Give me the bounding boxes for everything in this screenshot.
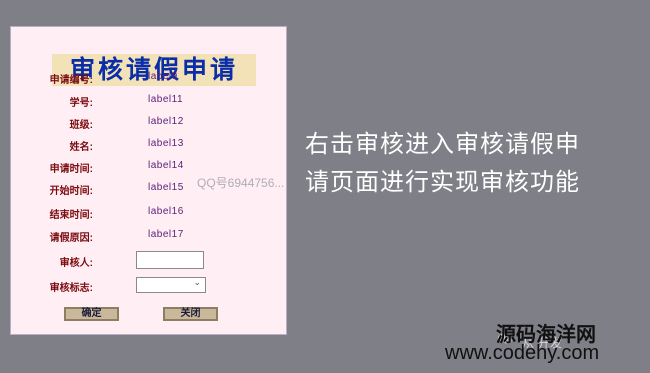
field-value-end-time: label16 — [148, 206, 184, 217]
reviewer-label: 审核人: — [59, 258, 93, 269]
review-flag-select[interactable]: ⌄ — [136, 277, 206, 293]
field-label-class: 班级: — [69, 120, 93, 131]
site-url[interactable]: www.codehy.com — [445, 342, 599, 365]
field-value-start-time: label15 — [148, 182, 184, 193]
field-label-start-time: 开始时间: — [49, 186, 93, 197]
field-label-leave-reason: 请假原因: — [49, 233, 93, 244]
field-label-application-id: 申请编号: — [49, 75, 93, 86]
field-value-leave-reason: label17 — [148, 229, 184, 240]
caption-line-1: 右击审核进入审核请假申 — [305, 130, 580, 158]
field-value-application-id: label9 — [148, 71, 178, 82]
review-flag-label: 审核标志: — [49, 283, 93, 294]
caption-line-2: 请页面进行实现审核功能 — [305, 168, 580, 196]
field-label-apply-time: 申请时间: — [49, 164, 93, 175]
field-label-end-time: 结束时间: — [49, 210, 93, 221]
reviewer-input[interactable] — [136, 251, 204, 269]
field-value-student-id: label11 — [148, 94, 184, 105]
qq-watermark: QQ号6944756... — [197, 176, 285, 190]
confirm-button[interactable]: 确定 — [64, 307, 119, 321]
field-value-apply-time: label14 — [148, 160, 184, 171]
close-button[interactable]: 关闭 — [163, 307, 218, 321]
field-value-class: label12 — [148, 116, 184, 127]
field-label-student-id: 学号: — [69, 98, 93, 109]
chevron-down-icon: ⌄ — [193, 278, 201, 288]
field-label-name: 姓名: — [69, 142, 93, 153]
field-value-name: label13 — [148, 138, 184, 149]
